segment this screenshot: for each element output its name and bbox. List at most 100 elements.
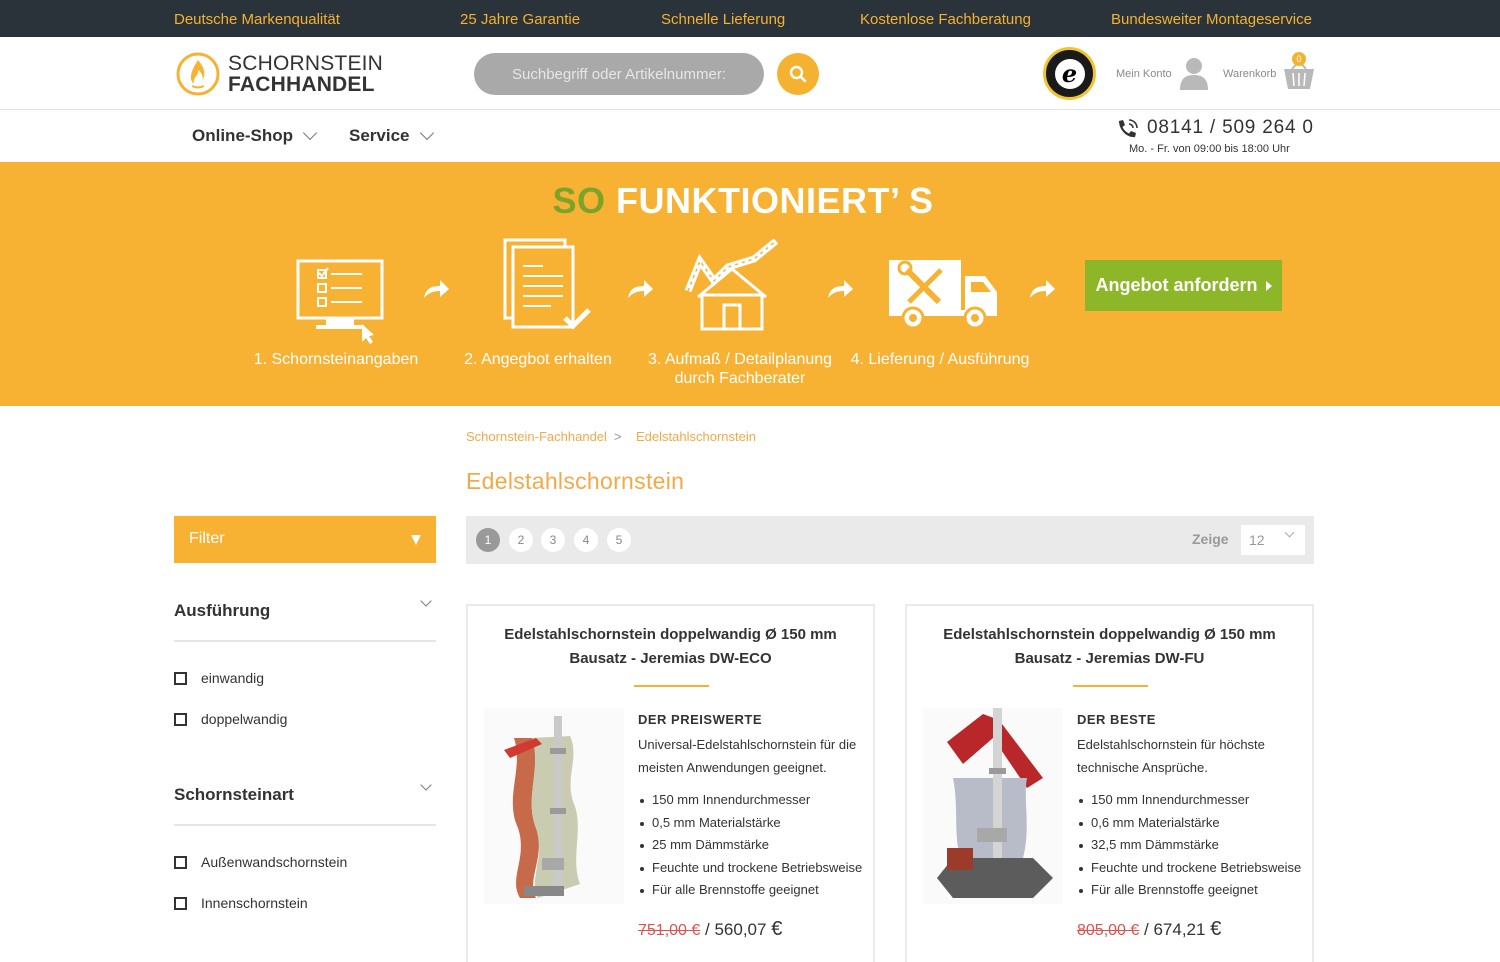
price-separator: / (700, 920, 715, 939)
page-link-1[interactable]: 1 (476, 528, 500, 552)
filter-option-label: doppelwandig (201, 711, 288, 727)
site-logo[interactable]: SCHORNSTEIN FACHHANDEL (175, 51, 383, 99)
banner-title-rest: FUNKTIONIERT’ S (616, 180, 934, 221)
product-title[interactable]: Edelstahlschornstein doppelwandig Ø 150 … (907, 623, 1312, 671)
triangle-right-icon (1265, 280, 1272, 291)
chevron-down-icon (1284, 527, 1295, 538)
site-header: SCHORNSTEIN FACHHANDEL e Mein Konto Ware… (0, 37, 1500, 110)
title-underline (634, 685, 709, 687)
nav-service[interactable]: Service (349, 125, 434, 146)
feature-item: 0,5 mm Materialstärke (638, 812, 862, 835)
new-price: 560,07 (714, 920, 772, 939)
opening-hours: Mo. - Fr. von 09:00 bis 18:00 Uhr (1129, 143, 1290, 155)
filter-option-aussenwand[interactable]: Außenwandschornstein (174, 854, 347, 870)
breadcrumb-home[interactable]: Schornstein-Fachhandel (466, 429, 607, 444)
chevron-down-icon (420, 779, 432, 791)
price-separator: / (1139, 920, 1154, 939)
filter-option-label: Innenschornstein (201, 895, 308, 911)
feature-item: 0,6 mm Materialstärke (1077, 812, 1301, 835)
nav-online-shop-label: Online-Shop (192, 126, 294, 145)
checkbox[interactable] (174, 896, 187, 910)
product-tag: DER BESTE (1077, 712, 1156, 727)
chevron-down-icon (419, 125, 434, 141)
checkbox[interactable] (174, 855, 187, 869)
filter-option-label: Außenwandschornstein (201, 854, 348, 870)
product-title-line2: Bausatz - Jeremias DW-ECO (569, 650, 772, 667)
page-title: Edelstahlschornstein (466, 468, 685, 494)
search-icon (789, 65, 807, 83)
arrow-right-icon (828, 280, 853, 298)
filter-option-doppelwandig[interactable]: doppelwandig (174, 711, 287, 727)
documents-check-icon (503, 238, 591, 330)
product-title-line1: Edelstahlschornstein doppelwandig Ø 150 … (504, 626, 837, 643)
page-link-5[interactable]: 5 (607, 528, 631, 552)
delivery-truck-icon (889, 260, 997, 330)
facet-title: Schornsteinart (174, 785, 294, 804)
feature-item: 150 mm Innendurchmesser (1077, 789, 1301, 812)
feature-item: Für alle Brennstoffe geeignet (638, 879, 862, 902)
usp-item-quality: Deutsche Markenqualität (174, 11, 340, 28)
filter-option-innen[interactable]: Innenschornstein (174, 895, 308, 911)
currency: € (771, 918, 783, 940)
product-image[interactable] (923, 708, 1063, 904)
product-title-line2: Bausatz - Jeremias DW-FU (1014, 650, 1205, 667)
request-offer-button[interactable]: Angebot anfordern (1085, 260, 1282, 311)
per-page-select[interactable]: 12 (1241, 525, 1305, 555)
nav-online-shop[interactable]: Online-Shop (192, 125, 318, 146)
logo-text-line2: FACHHANDEL (228, 73, 375, 96)
facet-ausfuehrung[interactable]: Ausführung (174, 595, 436, 621)
filter-label: Filter (189, 530, 225, 547)
filter-option-einwandig[interactable]: einwandig (174, 670, 264, 686)
facet-title: Ausführung (174, 601, 271, 620)
banner-title: SO FUNKTIONIERT’ S (0, 180, 1486, 222)
cart-count-badge: 0 (1292, 52, 1306, 66)
step-3-label: 3. Aufmaß / Detailplanung durch Fachbera… (647, 351, 833, 387)
filter-toggle[interactable]: Filter (174, 516, 436, 563)
feature-item: 25 mm Dämmstärke (638, 834, 862, 857)
search-input[interactable] (474, 53, 764, 95)
search-button[interactable] (777, 53, 819, 95)
old-price: 751,00 € (638, 922, 701, 939)
product-tag: DER PREISWERTE (638, 712, 763, 727)
feature-item: 150 mm Innendurchmesser (638, 789, 862, 812)
account-label[interactable]: Mein Konto (1116, 68, 1172, 80)
product-card[interactable]: Edelstahlschornstein doppelwandig Ø 150 … (905, 604, 1314, 962)
product-card[interactable]: Edelstahlschornstein doppelwandig Ø 150 … (466, 604, 875, 962)
page-link-3[interactable]: 3 (541, 528, 565, 552)
title-underline (1073, 685, 1148, 687)
product-features: 150 mm Innendurchmesser 0,6 mm Materials… (1077, 789, 1301, 902)
facet-schornsteinart[interactable]: Schornsteinart (174, 779, 436, 805)
page-link-2[interactable]: 2 (509, 528, 533, 552)
phone-icon (1119, 119, 1138, 138)
per-page-value: 12 (1249, 532, 1265, 548)
facet-divider (174, 640, 436, 642)
breadcrumb-current[interactable]: Edelstahlschornstein (636, 429, 756, 444)
product-features: 150 mm Innendurchmesser 0,5 mm Materials… (638, 789, 862, 902)
trusted-shops-e-icon: e (1054, 58, 1085, 89)
per-page-label: Zeige (1192, 531, 1229, 547)
listing-toolbar: 1 2 3 4 5 Zeige 12 (466, 516, 1314, 564)
checkbox[interactable] (174, 712, 187, 726)
page-link-4[interactable]: 4 (574, 528, 598, 552)
usp-item-consulting: Kostenlose Fachberatung (860, 11, 1031, 28)
feature-item: Feuchte und trockene Betriebsweise (638, 857, 862, 880)
feature-item: 32,5 mm Dämmstärke (1077, 834, 1301, 857)
arrow-right-icon (1030, 280, 1055, 298)
phone-number[interactable]: 08141 / 509 264 0 (1147, 117, 1314, 139)
checkbox[interactable] (174, 671, 187, 685)
trusted-shops-badge[interactable]: e (1043, 47, 1096, 100)
new-price: 674,21 (1153, 920, 1211, 939)
feature-item: Feuchte und trockene Betriebsweise (1077, 857, 1301, 880)
house-measure-icon (684, 239, 779, 331)
product-image[interactable] (484, 708, 624, 904)
how-it-works-banner: SO FUNKTIONIERT’ S 1. Schornsteinangaben… (0, 162, 1500, 406)
user-icon[interactable] (1178, 56, 1210, 90)
main-nav: Online-Shop Service 08141 / 509 264 0 Mo… (0, 110, 1500, 162)
triangle-down-icon (411, 535, 421, 545)
step-2-label: 2. Angegbot erhalten (464, 351, 612, 368)
product-title-line1: Edelstahlschornstein doppelwandig Ø 150 … (943, 626, 1276, 643)
product-title[interactable]: Edelstahlschornstein doppelwandig Ø 150 … (468, 623, 873, 671)
breadcrumb-separator: > (614, 429, 622, 444)
cart-label[interactable]: Warenkorb (1223, 68, 1276, 80)
flame-logo-icon (176, 52, 220, 96)
